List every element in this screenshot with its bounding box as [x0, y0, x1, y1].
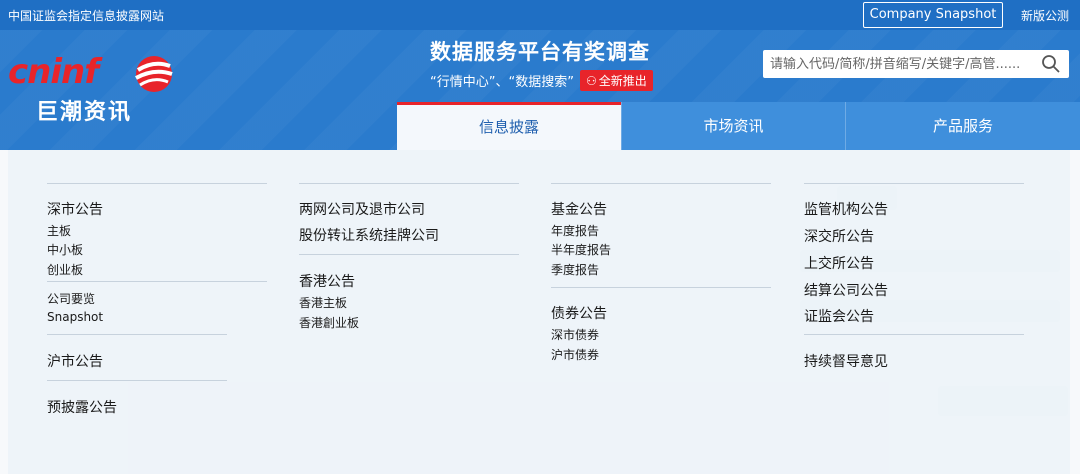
menu-share-transfer[interactable]: 股份转让系统挂牌公司	[299, 225, 439, 245]
menu-csrc-announcements[interactable]: 证监会公告	[804, 306, 874, 326]
menu-sme-board[interactable]: 中小板	[47, 241, 83, 258]
logo-swirl-icon	[135, 56, 173, 92]
cninfo-logo[interactable]: cninf 巨潮资讯	[8, 52, 178, 125]
company-snapshot-button[interactable]: Company Snapshot	[863, 2, 1003, 28]
logo-wordmark: cninf	[8, 52, 99, 92]
menu-shenzhen-announcements[interactable]: 深市公告	[47, 199, 103, 219]
menu-annual-report[interactable]: 年度报告	[551, 222, 599, 239]
menu-quarterly-report[interactable]: 季度报告	[551, 261, 599, 278]
divider	[551, 183, 771, 184]
promo-title: 数据服务平台有奖调查	[430, 40, 650, 64]
menu-chinext[interactable]: 创业板	[47, 261, 83, 278]
divider	[47, 183, 267, 184]
tab-products[interactable]: 产品服务	[845, 102, 1080, 150]
menu-fund-announcements[interactable]: 基金公告	[551, 199, 607, 219]
menu-main-board[interactable]: 主板	[47, 222, 71, 239]
search-box	[763, 50, 1069, 78]
divider	[47, 380, 227, 381]
menu-continuous-supervision[interactable]: 持续督导意见	[804, 351, 888, 371]
divider	[804, 334, 1024, 335]
menu-hk-main-board[interactable]: 香港主板	[299, 294, 347, 311]
menu-shanghai-announcements[interactable]: 沪市公告	[47, 351, 103, 371]
divider	[551, 287, 771, 288]
menu-snapshot[interactable]: Snapshot	[47, 310, 103, 324]
site-note: 中国证监会指定信息披露网站	[8, 9, 165, 23]
search-icon[interactable]	[1041, 54, 1061, 78]
divider	[299, 183, 519, 184]
menu-szse-announcements[interactable]: 深交所公告	[804, 226, 874, 246]
survey-promo[interactable]: 数据服务平台有奖调查 “行情中心”、“数据搜索” ⚇ 全新推出	[430, 36, 680, 91]
promo-badge: ⚇ 全新推出	[579, 70, 653, 91]
menu-shanghai-bonds[interactable]: 沪市债券	[551, 346, 599, 363]
menu-pre-disclosure[interactable]: 预披露公告	[47, 397, 117, 417]
menu-company-overview[interactable]: 公司要览	[47, 290, 95, 307]
menu-regulator-announcements[interactable]: 监管机构公告	[804, 199, 888, 219]
menu-semiannual-report[interactable]: 半年度报告	[551, 241, 611, 258]
search-input[interactable]	[763, 50, 1033, 78]
divider	[804, 183, 1024, 184]
menu-hongkong-announcements[interactable]: 香港公告	[299, 271, 355, 291]
ribbon-icon: ⚇	[585, 73, 597, 88]
divider	[299, 254, 519, 255]
top-bar: 中国证监会指定信息披露网站 Company Snapshot 新版公测	[0, 0, 1080, 30]
new-version-link[interactable]: 新版公测	[1021, 7, 1069, 24]
tab-disclosure[interactable]: 信息披露	[397, 102, 621, 150]
menu-clearing-announcements[interactable]: 结算公司公告	[804, 280, 888, 300]
divider	[47, 281, 267, 282]
tab-market-news[interactable]: 市场资讯	[621, 102, 845, 150]
menu-shenzhen-bonds[interactable]: 深市债券	[551, 326, 599, 343]
menu-bond-announcements[interactable]: 债券公告	[551, 303, 607, 323]
promo-badge-label: 全新推出	[598, 74, 647, 88]
menu-hk-gem[interactable]: 香港創业板	[299, 314, 359, 331]
menu-two-networks[interactable]: 两网公司及退市公司	[299, 199, 425, 219]
main-nav: 信息披露 市场资讯 产品服务	[397, 102, 1080, 150]
disclosure-dropdown-menu: 深市公告 主板 中小板 创业板 公司要览 Snapshot 沪市公告 预披露公告…	[8, 150, 1070, 474]
logo-subtitle: 巨潮资讯	[36, 100, 133, 125]
promo-subtitle: “行情中心”、“数据搜索”	[430, 75, 574, 90]
divider	[47, 334, 227, 335]
menu-sse-announcements[interactable]: 上交所公告	[804, 253, 874, 273]
